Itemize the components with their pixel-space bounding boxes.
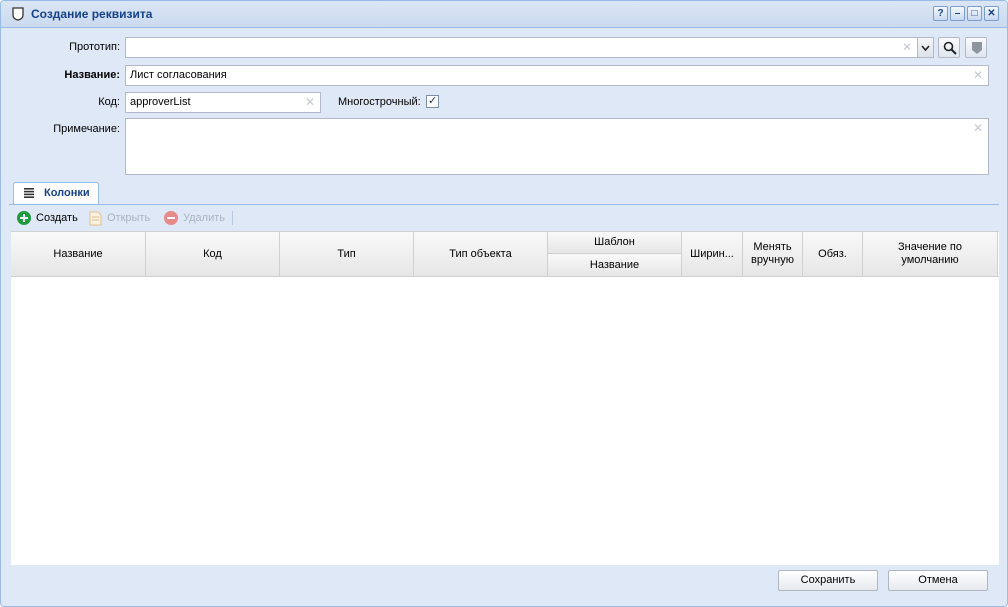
toolbar-separator (232, 211, 233, 225)
prototype-dropdown-trigger[interactable] (917, 37, 934, 58)
open-label: Открыть (107, 212, 151, 224)
window-title: Создание реквизита (31, 7, 153, 21)
column-header-default[interactable]: Значение по умолчанию (863, 232, 998, 276)
card-icon (972, 42, 982, 54)
column-header-code[interactable]: Код (146, 232, 280, 276)
note-label: Примечание: (53, 123, 120, 135)
create-label: Создать (36, 212, 78, 224)
column-header-name[interactable]: Название (11, 232, 146, 276)
name-label: Название: (64, 69, 120, 81)
minus-circle-icon (164, 211, 178, 225)
cancel-button[interactable]: Отмена (888, 570, 988, 591)
document-icon (89, 211, 102, 225)
note-textarea[interactable]: ✕ (125, 118, 989, 175)
grid-toolbar: Создать Открыть Удалить (9, 205, 999, 230)
attribute-form: Прототип: ✕ Название: Лист согласования … (9, 28, 999, 180)
column-header-width[interactable]: Ширин... (682, 232, 743, 276)
list-icon (24, 188, 34, 198)
column-header-manual[interactable]: Менять вручную (743, 232, 803, 276)
name-value: Лист согласования (130, 69, 227, 81)
help-button[interactable]: ? (933, 6, 948, 21)
dialog-footer: Сохранить Отмена (9, 565, 999, 599)
close-button[interactable]: ✕ (984, 6, 999, 21)
prototype-clear-icon[interactable]: ✕ (902, 40, 912, 54)
column-header-type[interactable]: Тип (280, 232, 414, 276)
open-button[interactable]: Открыть (89, 210, 150, 226)
delete-button[interactable]: Удалить (164, 210, 225, 226)
code-clear-icon[interactable]: ✕ (305, 95, 315, 109)
shield-icon (12, 7, 24, 21)
grid-body[interactable] (11, 277, 999, 566)
name-clear-icon[interactable]: ✕ (973, 68, 983, 82)
name-input[interactable]: Лист согласования ✕ (125, 65, 989, 86)
code-input[interactable]: approverList ✕ (125, 92, 321, 113)
code-label: Код: (98, 96, 120, 108)
prototype-open-button[interactable] (965, 37, 987, 58)
tab-columns-label: Колонки (44, 187, 90, 199)
multiline-checkbox[interactable]: ✓ (426, 94, 439, 108)
prototype-search-button[interactable] (938, 37, 960, 58)
chevron-down-icon (921, 45, 930, 52)
title-bar[interactable]: Создание реквизита ? – □ ✕ (1, 1, 1007, 28)
maximize-button[interactable]: □ (967, 6, 982, 21)
column-header-template-name[interactable]: Название (548, 254, 682, 276)
search-icon (943, 41, 957, 55)
note-clear-icon[interactable]: ✕ (973, 121, 983, 135)
prototype-label: Прототип: (69, 41, 120, 53)
columns-grid: Название Код Тип Тип объекта Шаблон Назв… (11, 231, 999, 566)
column-group-template: Шаблон (548, 232, 682, 254)
tab-columns[interactable]: Колонки (13, 182, 99, 204)
tab-bar: Колонки (9, 180, 999, 205)
save-button[interactable]: Сохранить (778, 570, 878, 591)
create-button[interactable]: Создать (17, 210, 78, 226)
prototype-combo[interactable]: ✕ (125, 37, 918, 58)
dialog-window: Создание реквизита ? – □ ✕ Прототип: ✕ Н… (0, 0, 1008, 607)
code-value: approverList (130, 96, 191, 108)
multiline-label: Многострочный: (338, 96, 421, 108)
column-header-object-type[interactable]: Тип объекта (414, 232, 548, 276)
minimize-button[interactable]: – (950, 6, 965, 21)
column-header-required[interactable]: Обяз. (803, 232, 863, 276)
delete-label: Удалить (183, 212, 225, 224)
checkmark-icon: ✓ (428, 94, 438, 107)
plus-circle-icon (17, 211, 31, 225)
